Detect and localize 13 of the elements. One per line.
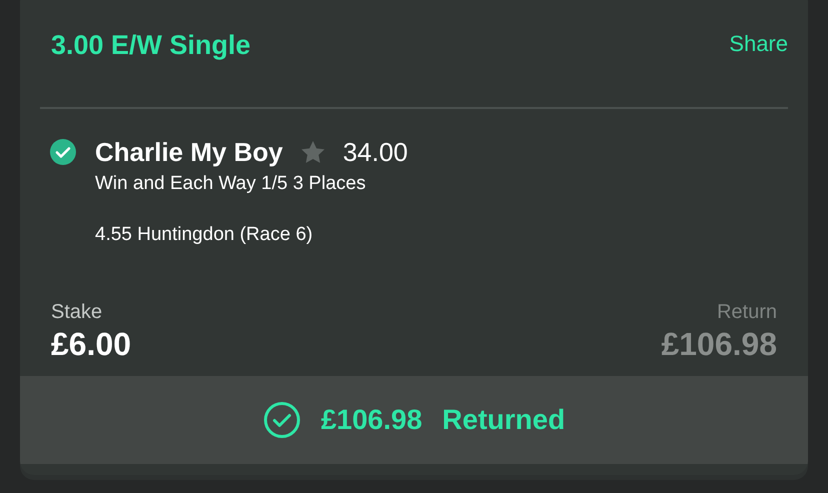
bet-title: 3.00 E/W Single bbox=[51, 29, 251, 62]
stake-value: £6.00 bbox=[51, 326, 132, 362]
odds: 34.00 bbox=[342, 136, 408, 169]
stake-label: Stake bbox=[51, 300, 104, 325]
star-icon[interactable] bbox=[300, 141, 325, 164]
event-text: 4.55 Huntingdon (Race 6) bbox=[95, 222, 314, 247]
share-link[interactable]: Share bbox=[729, 27, 788, 60]
returned-status: Returned bbox=[442, 403, 566, 437]
market-text: Win and Each Way 1/5 3 Places bbox=[95, 172, 367, 196]
return-value: £106.98 bbox=[661, 326, 777, 362]
return-label: Return bbox=[716, 300, 777, 325]
selection-name: Charlie My Boy bbox=[95, 136, 283, 169]
returned-amount: £106.98 bbox=[320, 403, 422, 437]
